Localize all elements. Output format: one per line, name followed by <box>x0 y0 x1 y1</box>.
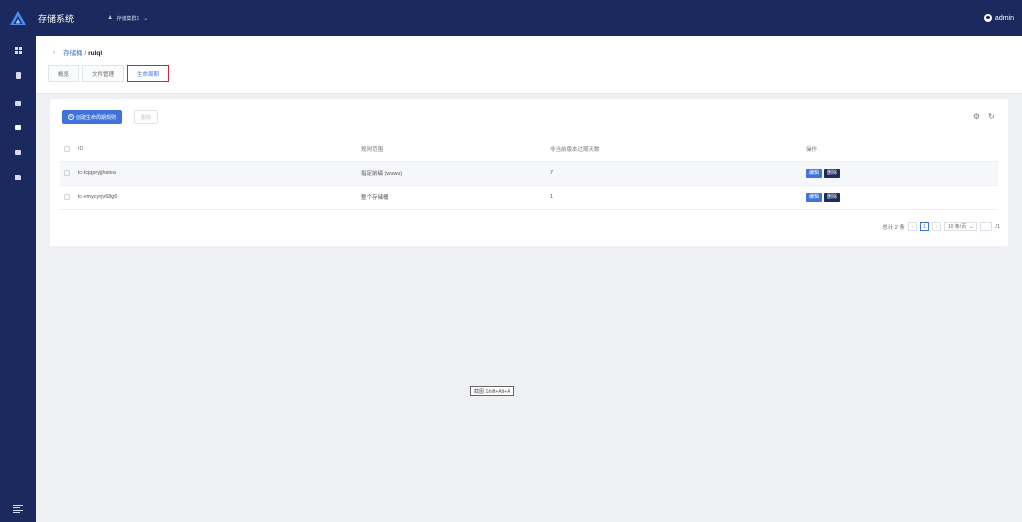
column-header-scope: 规则范围 <box>361 137 550 162</box>
row-select-cell <box>60 185 78 210</box>
page-size-value: 10 条/页 <box>947 224 967 230</box>
top-bar: 存储系统 ♟ 存储集群1 ⌄ admin <box>0 0 1022 36</box>
edit-rule-button[interactable]: 编辑 <box>806 168 823 178</box>
breadcrumb: ‹ 存储桶 / rulql <box>53 47 103 58</box>
row-checkbox[interactable] <box>64 169 70 176</box>
edit-rule-button[interactable]: 编辑 <box>806 192 823 202</box>
table-header-row: ID 规则范围 非当前版本过期天数 操作 <box>60 137 998 162</box>
table-row: lc-vmycyrjv68g6 整个存储桶 1 编辑 删除 <box>60 185 998 210</box>
user-group-icon: ♟ <box>108 15 113 21</box>
tab-file-management[interactable]: 文件管理 <box>82 65 125 82</box>
bucket-icon <box>15 124 21 130</box>
page-header: ‹ 存储桶 / rulql 概览 文件管理 生命周期 <box>36 36 1022 94</box>
monitor-icon <box>15 174 21 180</box>
user-name: admin <box>994 14 1014 22</box>
screenshot-shortcut-tooltip: 截图 Shift+Alt+A <box>470 386 515 396</box>
storage-icon <box>15 71 21 79</box>
breadcrumb-separator: / <box>84 50 87 57</box>
column-header-noncurrent-days: 非当前版本过期天数 <box>550 137 806 162</box>
total-count: 总计 2 条 <box>882 224 905 231</box>
rule-id: lc-tcjqpryjjhstea <box>78 161 361 186</box>
create-lifecycle-rule-button[interactable]: + 创建生命周期规则 <box>62 110 123 124</box>
tab-lifecycle[interactable]: 生命周期 <box>127 65 170 82</box>
sidebar <box>0 36 36 522</box>
page-number-button[interactable]: 1 <box>919 222 929 231</box>
noncurrent-days: 1 <box>550 185 806 210</box>
next-page-button[interactable]: › <box>931 222 941 231</box>
user-avatar-icon <box>983 14 992 22</box>
total-pages: /1 <box>995 223 1000 230</box>
prev-page-button[interactable]: ‹ <box>907 222 917 231</box>
logo-icon[interactable] <box>0 0 36 36</box>
server-icon <box>15 100 21 106</box>
row-actions: 编辑 删除 <box>806 185 998 210</box>
breadcrumb-buckets-link[interactable]: 存储桶 <box>63 50 83 57</box>
row-checkbox[interactable] <box>64 193 70 200</box>
chevron-down-icon: ⌄ <box>143 15 149 22</box>
rule-scope: 指定前缀 (wuwu) <box>361 161 550 186</box>
collapse-menu-icon[interactable] <box>13 505 23 513</box>
pagination: 总计 2 条 ‹ 1 › 10 条/页 ⌄ /1 <box>882 222 1000 231</box>
noncurrent-days: 7 <box>550 161 806 186</box>
select-all-checkbox[interactable] <box>64 145 70 152</box>
sidebar-item-servers[interactable] <box>13 98 23 108</box>
rule-id: lc-vmycyrjv68g6 <box>78 185 361 210</box>
delete-button-label: 删除 <box>141 114 152 121</box>
chevron-down-icon: ⌄ <box>969 223 974 230</box>
user-menu[interactable]: admin <box>983 0 1014 36</box>
tab-bar: 概览 文件管理 生命周期 <box>48 65 170 82</box>
sidebar-item-disks[interactable] <box>13 147 23 157</box>
cluster-selector[interactable]: ♟ 存储集群1 ⌄ <box>108 15 148 22</box>
settings-gear-icon[interactable]: ⚙ <box>972 112 981 121</box>
cluster-name: 存储集群1 <box>116 15 140 22</box>
row-actions: 编辑 删除 <box>806 161 998 186</box>
sidebar-item-dashboard[interactable] <box>13 45 23 55</box>
rule-scope: 整个存储桶 <box>361 185 550 210</box>
delete-rule-button[interactable]: 删除 <box>824 168 841 178</box>
lifecycle-rules-table: ID 规则范围 非当前版本过期天数 操作 lc-tcjqpryjjhstea 指… <box>60 137 998 210</box>
back-arrow-icon[interactable]: ‹ <box>53 49 55 56</box>
sidebar-item-buckets[interactable] <box>13 122 23 132</box>
row-select-cell <box>60 161 78 186</box>
table-row: lc-tcjqpryjjhstea 指定前缀 (wuwu) 7 编辑 删除 <box>60 161 998 186</box>
page-jump-input[interactable] <box>980 222 993 231</box>
delete-rule-button[interactable]: 删除 <box>824 192 841 202</box>
tab-overview[interactable]: 概览 <box>48 65 80 82</box>
plus-circle-icon: + <box>68 114 74 120</box>
sidebar-item-monitor[interactable] <box>13 172 23 182</box>
refresh-icon[interactable]: ↻ <box>987 112 996 121</box>
column-header-id: ID <box>78 137 361 162</box>
lifecycle-rules-card: + 创建生命周期规则 删除 ⚙ ↻ ID 规则范围 非当前版本过期天数 操作 l… <box>50 99 1008 246</box>
dashboard-icon <box>14 46 22 54</box>
create-button-label: 创建生命周期规则 <box>76 114 117 121</box>
page-size-select[interactable]: 10 条/页 ⌄ <box>943 222 978 231</box>
breadcrumb-current: rulql <box>88 50 103 57</box>
disk-icon <box>15 149 21 155</box>
app-title: 存储系统 <box>38 13 75 24</box>
select-all-cell <box>60 137 78 162</box>
sidebar-item-storage[interactable] <box>13 70 23 80</box>
column-header-actions: 操作 <box>806 137 998 162</box>
delete-button[interactable]: 删除 <box>134 110 159 124</box>
